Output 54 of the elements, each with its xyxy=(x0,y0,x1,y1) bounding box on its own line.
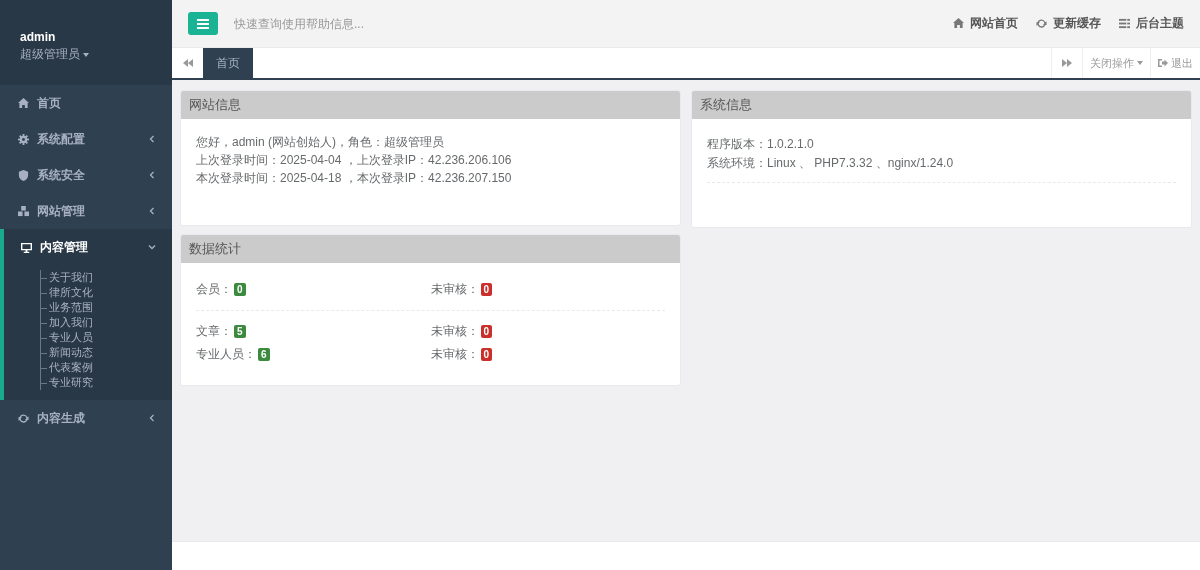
menu-button[interactable] xyxy=(188,12,218,35)
refresh-icon xyxy=(1036,18,1047,29)
panel-title: 数据统计 xyxy=(181,235,680,263)
nav-item[interactable]: 系统配置 xyxy=(0,121,172,157)
home-icon xyxy=(953,18,964,29)
chevron-left-icon xyxy=(148,414,156,422)
refresh-icon xyxy=(18,412,29,424)
nav-item[interactable]: 内容管理 xyxy=(4,229,172,265)
count-badge: 0 xyxy=(480,348,493,361)
double-right-arrow-icon xyxy=(1062,59,1072,67)
nav-item[interactable]: 系统安全 xyxy=(0,157,172,193)
stat-label: 文章： xyxy=(196,323,232,340)
field-value: Linux 、 PHP7.3.32 、nginx/1.24.0 xyxy=(767,155,954,172)
chevron-left-icon xyxy=(148,135,156,143)
panel-title: 系统信息 xyxy=(692,91,1191,119)
count-badge: 0 xyxy=(480,283,493,296)
field-label: 系统环境： xyxy=(707,155,767,172)
chevron-left-icon xyxy=(148,207,156,215)
list-icon xyxy=(1119,18,1130,29)
nav-item[interactable]: 内容生成 xyxy=(0,400,172,436)
tab[interactable]: 首页 xyxy=(203,48,253,78)
menu-icon xyxy=(197,18,209,29)
count-badge: 0 xyxy=(480,325,493,338)
count-badge: 6 xyxy=(258,348,270,361)
chevron-left-icon xyxy=(148,171,156,179)
info-text: 本次登录时间：2025-04-18 ，本次登录IP：42.236.207.150 xyxy=(196,170,513,187)
field-value: 1.0.2.1.0 xyxy=(767,136,814,153)
panel-title: 网站信息 xyxy=(181,91,680,119)
double-left-arrow-icon xyxy=(182,59,193,67)
cubes-icon xyxy=(18,205,29,217)
stat-label: 未审核： xyxy=(430,323,479,340)
gear-icon xyxy=(18,133,29,145)
nav-item[interactable]: 首页 xyxy=(0,85,172,121)
search-field[interactable]: 快速查询使用帮助信息... xyxy=(232,15,953,32)
stat-label: 专业人员： xyxy=(196,346,256,363)
count-badge: 0 xyxy=(234,283,246,296)
info-text: 上次登录时间：2025-04-04 ，上次登录IP：42.236.206.106 xyxy=(196,152,513,169)
user-name: admin xyxy=(20,30,57,44)
stat-label: 未审核： xyxy=(430,346,479,363)
header-link[interactable]: 更新缓存 xyxy=(1036,15,1101,32)
nav-item[interactable]: 网站管理 xyxy=(0,193,172,229)
field-label: 程序版本： xyxy=(707,136,767,153)
chevron-down-icon xyxy=(148,243,156,251)
stat-label: 会员： xyxy=(196,281,232,298)
header-link[interactable]: 后台主题 xyxy=(1119,15,1184,32)
header-link[interactable]: 网站首页 xyxy=(953,15,1018,32)
monitor-icon xyxy=(21,241,32,253)
stat-label: 未审核： xyxy=(430,281,479,298)
count-badge: 5 xyxy=(234,325,246,338)
sign-out-icon xyxy=(1158,58,1168,68)
info-text: 您好，admin (网站创始人)，角色：超级管理员 xyxy=(196,134,445,151)
role-dropdown[interactable]: 超级管理员 xyxy=(20,46,89,63)
home-icon xyxy=(18,97,29,109)
shield-icon xyxy=(18,169,29,181)
